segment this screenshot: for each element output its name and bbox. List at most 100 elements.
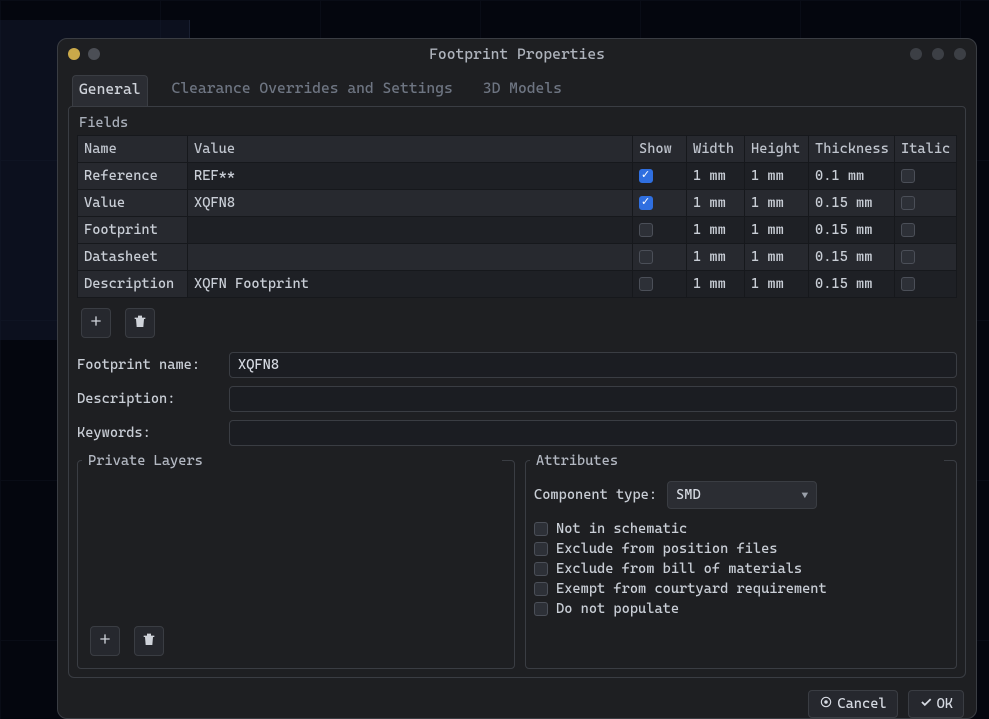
cell-height[interactable]: 1 mm [745, 271, 809, 298]
cell-width[interactable]: 1 mm [687, 271, 745, 298]
cell-width[interactable]: 1 mm [687, 163, 745, 190]
cell-value[interactable]: XQFN8 [188, 190, 633, 217]
col-italic[interactable]: Italic [895, 136, 957, 163]
attributes-label: Attributes [530, 453, 944, 469]
cell-thickness[interactable]: 0.15 mm [809, 271, 895, 298]
add-layer-button[interactable] [90, 626, 120, 656]
cell-height[interactable]: 1 mm [745, 217, 809, 244]
footprint-name-label: Footprint name: [77, 357, 221, 373]
delete-field-button[interactable] [125, 308, 155, 338]
col-height[interactable]: Height [745, 136, 809, 163]
show-checkbox[interactable] [639, 223, 653, 237]
dialog-titlebar[interactable]: Footprint Properties [58, 39, 976, 69]
cancel-icon [819, 695, 833, 713]
keywords-input[interactable] [229, 420, 957, 446]
italic-checkbox[interactable] [901, 250, 915, 264]
table-row[interactable]: ReferenceREF**1 mm1 mm0.1 mm [78, 163, 957, 190]
description-input[interactable] [229, 386, 957, 412]
attribute-check-label: Exempt from courtyard requirement [556, 581, 827, 597]
private-layers-list[interactable] [86, 481, 506, 622]
table-row[interactable]: Footprint1 mm1 mm0.15 mm [78, 217, 957, 244]
cell-width[interactable]: 1 mm [687, 244, 745, 271]
cell-italic[interactable] [895, 217, 957, 244]
table-row[interactable]: DescriptionXQFN Footprint1 mm1 mm0.15 mm [78, 271, 957, 298]
attribute-check-row: Exempt from courtyard requirement [534, 581, 948, 597]
table-row[interactable]: ValueXQFN81 mm1 mm0.15 mm [78, 190, 957, 217]
cell-height[interactable]: 1 mm [745, 163, 809, 190]
show-checkbox[interactable] [639, 277, 653, 291]
description-label: Description: [77, 391, 221, 407]
plus-icon [88, 313, 104, 333]
cell-italic[interactable] [895, 163, 957, 190]
attribute-checkbox[interactable] [534, 602, 548, 616]
col-name[interactable]: Name [78, 136, 188, 163]
col-show[interactable]: Show [633, 136, 687, 163]
attribute-checkbox[interactable] [534, 582, 548, 596]
cell-value[interactable]: XQFN Footprint [188, 271, 633, 298]
cell-thickness[interactable]: 0.1 mm [809, 163, 895, 190]
cell-show[interactable] [633, 244, 687, 271]
attribute-checkbox[interactable] [534, 522, 548, 536]
italic-checkbox[interactable] [901, 196, 915, 210]
tab-3d-models[interactable]: 3D Models [477, 75, 568, 106]
tab-clearance-overrides[interactable]: Clearance Overrides and Settings [166, 75, 459, 106]
delete-layer-button[interactable] [134, 626, 164, 656]
footprint-name-input[interactable] [229, 352, 957, 378]
table-row[interactable]: Datasheet1 mm1 mm0.15 mm [78, 244, 957, 271]
cell-show[interactable] [633, 190, 687, 217]
fields-group-label: Fields [77, 113, 957, 135]
cell-height[interactable]: 1 mm [745, 244, 809, 271]
window-minimize[interactable] [910, 48, 922, 60]
tab-bar: General Clearance Overrides and Settings… [58, 69, 976, 106]
cell-name[interactable]: Datasheet [78, 244, 188, 271]
ok-label: OK [937, 696, 953, 712]
cancel-button[interactable]: Cancel [808, 690, 897, 718]
cell-italic[interactable] [895, 271, 957, 298]
cell-italic[interactable] [895, 244, 957, 271]
cell-name[interactable]: Description [78, 271, 188, 298]
cell-name[interactable]: Reference [78, 163, 188, 190]
cell-show[interactable] [633, 163, 687, 190]
attributes-group: Attributes Component type: SMD ▼ Not in … [525, 460, 957, 669]
cell-name[interactable]: Footprint [78, 217, 188, 244]
show-checkbox[interactable] [639, 196, 653, 210]
window-close[interactable] [954, 48, 966, 60]
ok-button[interactable]: OK [908, 690, 964, 718]
window-maximize[interactable] [932, 48, 944, 60]
attribute-checkbox[interactable] [534, 542, 548, 556]
cell-width[interactable]: 1 mm [687, 190, 745, 217]
cell-height[interactable]: 1 mm [745, 190, 809, 217]
italic-checkbox[interactable] [901, 277, 915, 291]
private-layers-label: Private Layers [82, 453, 502, 469]
trash-icon [141, 631, 157, 651]
cell-width[interactable]: 1 mm [687, 217, 745, 244]
cell-value[interactable] [188, 217, 633, 244]
cell-value[interactable]: REF** [188, 163, 633, 190]
add-field-button[interactable] [81, 308, 111, 338]
tab-general[interactable]: General [72, 75, 148, 106]
italic-checkbox[interactable] [901, 223, 915, 237]
cell-thickness[interactable]: 0.15 mm [809, 217, 895, 244]
attribute-check-label: Exclude from position files [556, 541, 777, 557]
attribute-check-label: Exclude from bill of materials [556, 561, 802, 577]
cell-name[interactable]: Value [78, 190, 188, 217]
italic-checkbox[interactable] [901, 169, 915, 183]
col-width[interactable]: Width [687, 136, 745, 163]
cell-thickness[interactable]: 0.15 mm [809, 244, 895, 271]
attribute-check-row: Do not populate [534, 601, 948, 617]
cell-show[interactable] [633, 271, 687, 298]
attribute-checkbox[interactable] [534, 562, 548, 576]
check-icon [919, 695, 933, 713]
cell-value[interactable] [188, 244, 633, 271]
attribute-check-label: Not in schematic [556, 521, 687, 537]
cancel-label: Cancel [837, 696, 886, 712]
cell-italic[interactable] [895, 190, 957, 217]
cell-thickness[interactable]: 0.15 mm [809, 190, 895, 217]
col-value[interactable]: Value [188, 136, 633, 163]
show-checkbox[interactable] [639, 169, 653, 183]
cell-show[interactable] [633, 217, 687, 244]
col-thickness[interactable]: Thickness [809, 136, 895, 163]
show-checkbox[interactable] [639, 250, 653, 264]
attribute-check-row: Exclude from bill of materials [534, 561, 948, 577]
component-type-select[interactable]: SMD ▼ [667, 481, 817, 509]
